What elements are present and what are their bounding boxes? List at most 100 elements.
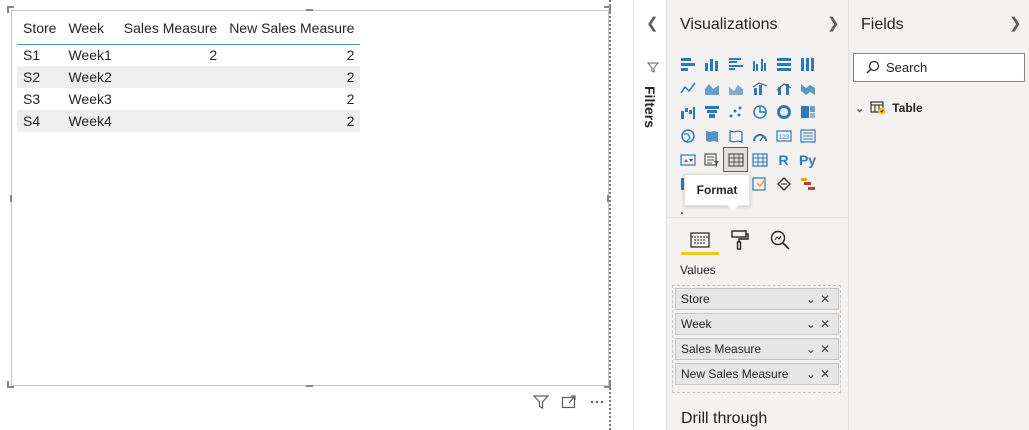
chevron-down-icon[interactable]: ⌄: [855, 102, 864, 115]
stacked-bar-chart-icon[interactable]: [676, 52, 699, 75]
cell-store: S2: [17, 66, 63, 88]
treemap-icon[interactable]: [796, 100, 819, 123]
fields-well-icon: [690, 232, 710, 248]
search-icon: [866, 60, 880, 74]
resize-handle-top-left[interactable]: [7, 6, 14, 13]
scatter-chart-icon[interactable]: [724, 100, 747, 123]
visualizations-pane: Visualizations ❯ 123 R Py Format Values …: [666, 0, 849, 430]
stacked-column-chart-icon[interactable]: [700, 52, 723, 75]
close-icon[interactable]: ✕: [820, 317, 834, 331]
visual-footer: [533, 394, 605, 410]
resize-handle-left[interactable]: [10, 195, 12, 202]
area-chart-icon[interactable]: [700, 76, 723, 99]
slicer-icon[interactable]: [700, 148, 723, 171]
100-stacked-column-chart-icon[interactable]: [796, 52, 819, 75]
cell-week: Week3: [68, 91, 112, 107]
kpi-icon[interactable]: [676, 148, 699, 171]
chevron-down-icon[interactable]: ⌄: [806, 292, 820, 306]
waterfall-chart-icon[interactable]: [676, 100, 699, 123]
close-icon[interactable]: ✕: [820, 342, 834, 356]
visualizations-title: Visualizations: [680, 16, 778, 33]
r-script-visual-icon[interactable]: R: [772, 148, 795, 171]
resize-handle-bottom-left[interactable]: [7, 381, 14, 388]
table-row: S1 Week1 2 2: [17, 44, 360, 66]
table-icon: [870, 101, 886, 115]
chevron-down-icon[interactable]: ⌄: [806, 317, 820, 331]
chevron-right-icon[interactable]: ❯: [1009, 14, 1022, 32]
values-well-label: Values: [680, 263, 716, 277]
chevron-down-icon[interactable]: ⌄: [806, 367, 820, 381]
svg-text:123: 123: [779, 135, 790, 141]
search-input[interactable]: [886, 60, 1016, 75]
cell-new-sales-measure: 2: [346, 91, 355, 107]
close-icon[interactable]: ✕: [820, 292, 834, 306]
stacked-area-chart-icon[interactable]: [724, 76, 747, 99]
power-apps-icon[interactable]: [772, 172, 795, 195]
cell-sales-measure: [117, 66, 224, 88]
close-icon[interactable]: ✕: [820, 367, 834, 381]
table-visual-icon[interactable]: [723, 147, 748, 172]
column-header-week[interactable]: Week: [62, 12, 118, 45]
matrix-icon[interactable]: [748, 148, 771, 171]
cell-new-sales-measure: 2: [223, 66, 361, 88]
r-visual-label: R: [778, 151, 789, 168]
card-icon[interactable]: 123: [772, 124, 795, 147]
canvas-page-divider: [609, 0, 611, 430]
report-canvas[interactable]: Store Week Sales Measure New Sales Measu…: [0, 0, 633, 430]
field-pill-sales-measure[interactable]: Sales Measure ⌄✕: [675, 338, 839, 360]
line-chart-icon[interactable]: [676, 76, 699, 99]
100-stacked-bar-chart-icon[interactable]: [772, 52, 795, 75]
clustered-bar-chart-icon[interactable]: [724, 52, 747, 75]
format-tab[interactable]: [723, 224, 757, 256]
format-tooltip: Format: [684, 174, 750, 211]
field-pill-label: Sales Measure: [681, 342, 762, 356]
field-pill-new-sales-measure[interactable]: New Sales Measure ⌄✕: [675, 363, 839, 385]
filter-icon[interactable]: [533, 394, 549, 410]
resize-handle-top[interactable]: [306, 9, 313, 11]
chevron-right-icon[interactable]: ❯: [827, 14, 840, 32]
pane-divider: [667, 217, 849, 218]
chevron-left-icon[interactable]: ❮: [646, 14, 659, 32]
clustered-column-chart-icon[interactable]: [748, 52, 771, 75]
cell-new-sales-measure: 2: [223, 110, 361, 132]
cell-sales-measure: 2: [209, 47, 218, 64]
pie-chart-icon[interactable]: [748, 100, 771, 123]
more-options-icon[interactable]: [589, 394, 605, 410]
chevron-down-icon[interactable]: ⌄: [806, 342, 820, 356]
python-visual-label: Py: [798, 151, 817, 168]
funnel-chart-icon[interactable]: [700, 100, 723, 123]
table-row: S3 Week3 2: [17, 88, 360, 110]
field-table-node[interactable]: ⌄ Table: [855, 101, 923, 115]
line-and-clustered-column-icon[interactable]: [772, 76, 795, 99]
map-icon[interactable]: [676, 124, 699, 147]
column-header-new-sales-measure[interactable]: New Sales Measure: [223, 12, 361, 45]
shape-map-icon[interactable]: [724, 124, 747, 147]
filters-pane[interactable]: ❮ Filters: [633, 0, 666, 430]
cell-sales-measure: [118, 88, 223, 110]
column-header-sales-measure[interactable]: Sales Measure: [117, 12, 224, 45]
python-visual-icon[interactable]: Py: [796, 148, 819, 171]
cell-week: Week1: [68, 47, 112, 64]
ribbon-chart-icon[interactable]: [796, 76, 819, 99]
field-pill-label: New Sales Measure: [681, 367, 789, 381]
filters-pane-label[interactable]: Filters: [642, 86, 658, 128]
fields-search-box[interactable]: [853, 53, 1025, 82]
funnel-icon: [647, 62, 659, 73]
donut-chart-icon[interactable]: [772, 100, 795, 123]
analytics-tab[interactable]: [763, 224, 797, 256]
field-pill-week[interactable]: Week ⌄✕: [675, 313, 839, 335]
multi-row-card-icon[interactable]: [796, 124, 819, 147]
column-header-store[interactable]: Store: [17, 12, 63, 45]
filled-map-icon[interactable]: [700, 124, 723, 147]
cell-week: Week4: [62, 110, 118, 132]
gauge-icon[interactable]: [748, 124, 771, 147]
smart-narrative-icon[interactable]: [748, 172, 771, 195]
line-and-column-chart-icon[interactable]: [748, 76, 771, 99]
focus-mode-icon[interactable]: [561, 394, 577, 410]
field-pill-store[interactable]: Store ⌄✕: [675, 288, 839, 310]
cell-sales-measure: [117, 110, 224, 132]
drill-through-heading[interactable]: Drill through: [681, 410, 767, 428]
gantt-custom-visual-icon[interactable]: [796, 172, 819, 195]
field-pill-label: Store: [681, 292, 710, 306]
resize-handle-bottom[interactable]: [306, 385, 313, 387]
